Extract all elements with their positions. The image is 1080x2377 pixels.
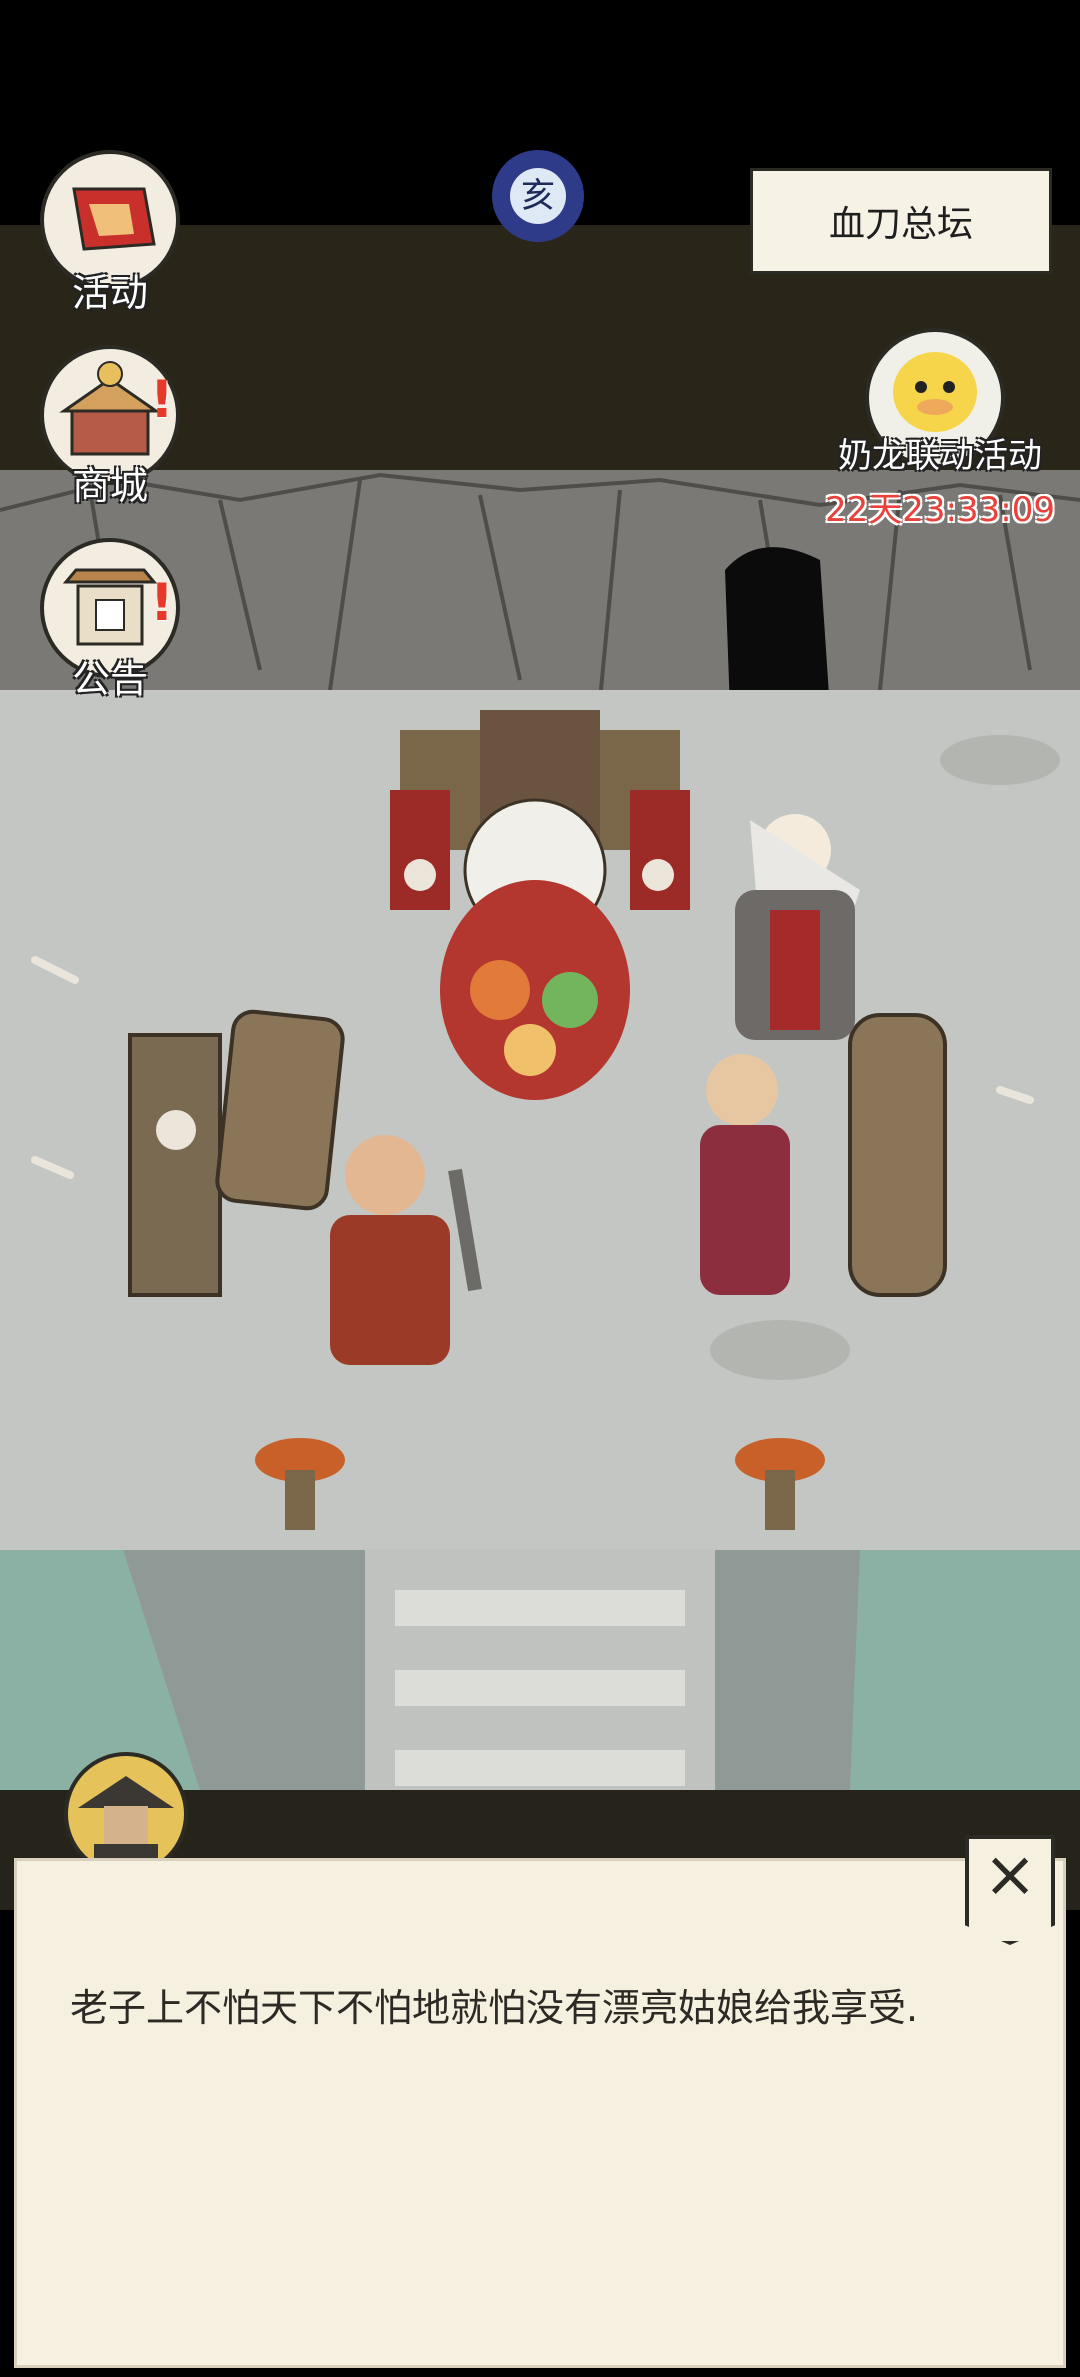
shop-alert-badge: ! bbox=[150, 370, 174, 430]
dialog-panel bbox=[14, 1858, 1066, 2368]
close-icon[interactable]: × bbox=[980, 1843, 1040, 1907]
activity-label: 活动 bbox=[71, 271, 148, 315]
notice-label: 公告 bbox=[71, 657, 148, 701]
event-timer: 22天23:33:09 bbox=[825, 490, 1055, 530]
shop-label: 商城 bbox=[71, 464, 148, 508]
dialog-text: 老子上不怕天下不怕地就怕没有漂亮姑娘给我享受. bbox=[70, 1986, 919, 2030]
location-title: 血刀总坛 bbox=[750, 168, 1052, 274]
notice-alert-badge: ! bbox=[150, 573, 174, 633]
straw-hat-avatar bbox=[78, 1776, 174, 1872]
event-title: 奶龙联动活动 bbox=[838, 436, 1042, 476]
time-char: 亥 bbox=[510, 168, 566, 224]
stairs bbox=[0, 1550, 1080, 1790]
moon-time-icon[interactable]: 亥 bbox=[492, 150, 584, 242]
location-name: 血刀总坛 bbox=[828, 204, 973, 245]
arena-floor bbox=[0, 690, 1080, 1550]
